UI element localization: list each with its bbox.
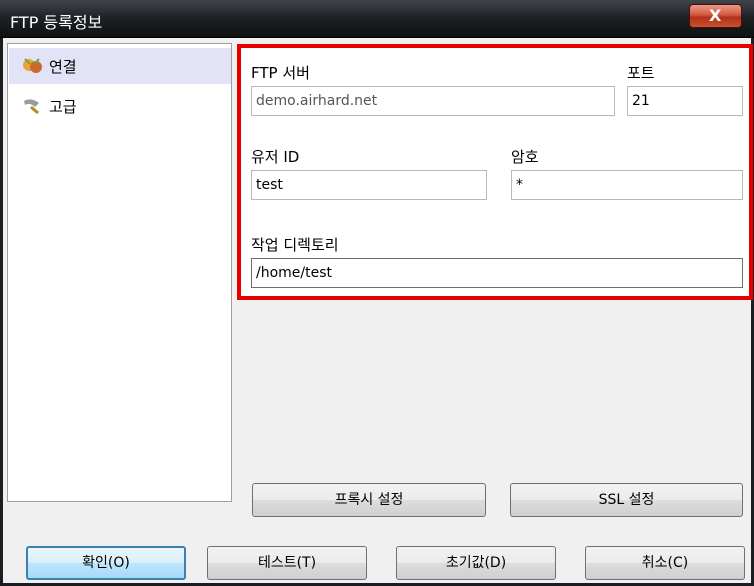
window-title: FTP 등록정보 — [10, 13, 103, 32]
reset-defaults-button[interactable]: 초기값(D) — [396, 546, 556, 580]
cancel-button[interactable]: 취소(C) — [585, 546, 745, 580]
proxy-settings-button[interactable]: 프록시 설정 — [252, 483, 486, 517]
sidebar-item-label: 고급 — [49, 98, 77, 116]
password-label: 암호 — [511, 148, 539, 166]
title-bar: FTP 등록정보 X — [0, 0, 754, 38]
server-field[interactable]: demo.airhard.net — [251, 86, 615, 116]
sidebar-item-connection[interactable]: 연결 — [9, 48, 231, 84]
server-label: FTP 서버 — [251, 64, 310, 82]
close-icon: X — [709, 6, 722, 25]
port-field[interactable]: 21 — [627, 86, 743, 116]
sidebar-item-label: 연결 — [49, 58, 77, 76]
test-button[interactable]: 테스트(T) — [207, 546, 367, 580]
working-directory-label: 작업 디렉토리 — [251, 236, 339, 254]
port-label: 포트 — [627, 64, 655, 82]
connection-icon — [23, 58, 42, 73]
ok-button[interactable]: 확인(O) — [26, 546, 186, 580]
close-button[interactable]: X — [689, 4, 742, 28]
connection-settings-panel: FTP 서버 demo.airhard.net 포트 21 유저 ID test… — [237, 44, 753, 300]
sidebar-item-advanced[interactable]: 고급 — [9, 88, 231, 124]
user-id-field[interactable]: test — [251, 170, 487, 200]
advanced-icon — [24, 99, 39, 115]
password-field[interactable]: * — [511, 170, 743, 200]
user-id-label: 유저 ID — [251, 148, 300, 166]
category-list: 연결 고급 — [7, 43, 232, 502]
ssl-settings-button[interactable]: SSL 설정 — [510, 483, 743, 517]
working-directory-field[interactable]: /home/test — [251, 258, 743, 288]
